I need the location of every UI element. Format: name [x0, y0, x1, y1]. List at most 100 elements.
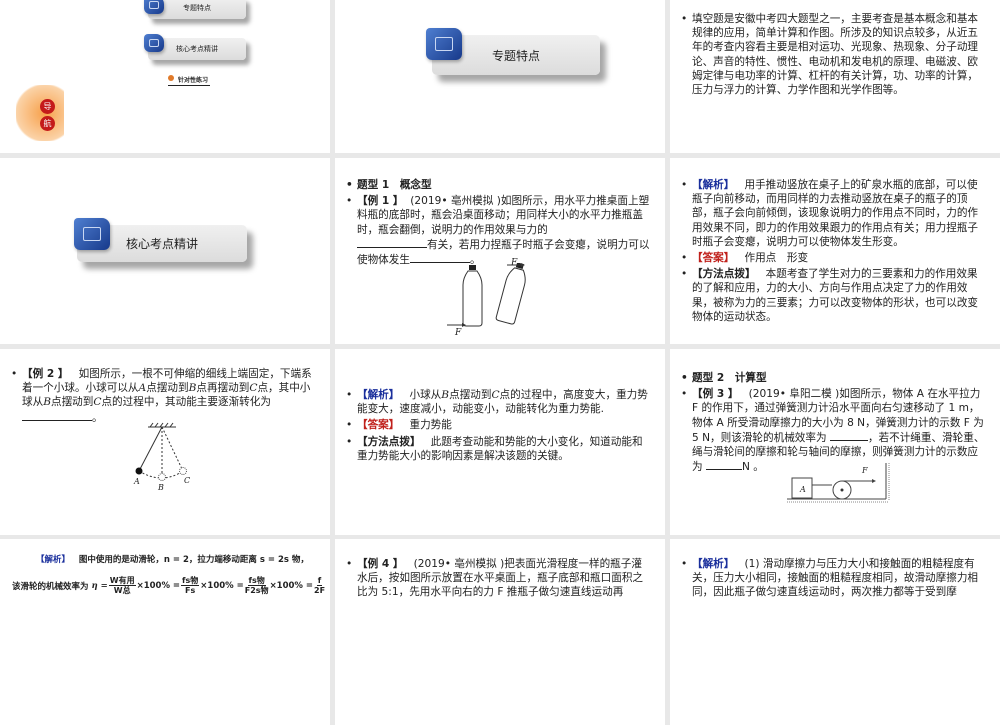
- answer-text: 【答案】 重力势能: [345, 418, 651, 432]
- text: N 。: [741, 461, 764, 474]
- banner-title: 专题特点: [491, 48, 540, 63]
- efficiency-formula: 该滑轮的机械效率为 η = W有用 W总 ×100% = fs物 Fs ×100% …: [12, 576, 326, 595]
- pin-icon: [168, 75, 174, 81]
- analysis-text: 【解析】 小球从B点摆动到C点的过程中，高度变大，重力势能变大，速度减小，动能变…: [345, 388, 651, 416]
- point-b-label: B: [158, 483, 164, 492]
- question-type-heading: 题型 1 概念型: [345, 178, 651, 192]
- numerator: W有用: [108, 576, 136, 586]
- numerator: fs物: [247, 576, 266, 586]
- text: 图中使用的是动滑轮，n = 2，拉力端移动距离 s = 2s 物，: [78, 555, 309, 565]
- denominator: 2F: [314, 586, 326, 595]
- bottle-diagram: [447, 263, 526, 327]
- force-label: F: [511, 258, 518, 268]
- example-4-text: 【例 4 】 (2019• 亳州模拟 )把表面光滑程度一样的瓶子灌水后，按如图所…: [345, 557, 651, 600]
- example-tag: 【例 3 】: [692, 388, 739, 401]
- example-source: (2019• 亳州模拟 ): [413, 558, 505, 570]
- example-1-text: 【例 1 】 (2019• 亳州模拟 )如图所示，用水平力推桌面上塑料瓶的底部时…: [345, 194, 651, 267]
- denominator: W总: [113, 586, 131, 595]
- answer-blank[interactable]: [22, 410, 92, 421]
- method-tag: 【方法点拨】: [357, 435, 421, 448]
- answer-blank[interactable]: [829, 430, 868, 441]
- analysis-tag: 【解析】: [357, 389, 400, 401]
- block-a-label: A: [800, 485, 806, 494]
- denominator: F2s物: [244, 586, 269, 595]
- text: 点再摆动到: [196, 382, 250, 395]
- answer-body: 重力势能: [409, 419, 452, 432]
- slide-2-features-title[interactable]: 专题特点: [335, 0, 665, 153]
- text: ×100% =: [269, 580, 314, 591]
- analysis-text: 【解析】 (1) 滑动摩擦力与压力大小和接触面的粗糙程度有关，压力大小相同，接触…: [680, 557, 986, 600]
- badge-char-1: 导: [40, 99, 55, 114]
- example-2-text: 【例 2 】 如图所示，一根不可伸缩的细线上端固定，下端系着一个小球。小球可以从…: [10, 367, 316, 425]
- point-label: C: [491, 389, 500, 401]
- example-tag: 【例 1 】: [357, 195, 404, 208]
- slide-7-example-2[interactable]: 【例 2 】 如图所示，一根不可伸缩的细线上端固定，下端系着一个小球。小球可以从…: [0, 349, 330, 535]
- slide-5-example-1[interactable]: 题型 1 概念型 【例 1 】 (2019• 亳州模拟 )如图所示，用水平力推桌…: [335, 158, 665, 344]
- text: 该滑轮的机械效率为: [12, 581, 89, 592]
- analysis-body: (1) 滑动摩擦力与压力大小和接触面的粗糙程度有关，压力大小相同，接触面的粗糙程…: [692, 558, 979, 599]
- fraction: fs物 F2s物: [245, 576, 269, 595]
- example-tag: 【例 4 】: [357, 558, 404, 570]
- slide-9-example-3[interactable]: 题型 2 计算型 【例 3 】 (2019• 阜阳二模 )如图所示，物体 A 在…: [670, 349, 1000, 535]
- slide-6-analysis-1[interactable]: 【解析】 用手推动竖放在桌子上的矿泉水瓶的底部，可以使瓶子向前移动，而用同样的力…: [670, 158, 1000, 344]
- numerator: fs物: [181, 576, 200, 586]
- point-label: B: [43, 396, 51, 409]
- answer-blank[interactable]: [705, 459, 742, 471]
- slide-1-navigation[interactable]: 专题特点 核心考点精讲 针对性练习 导 航: [0, 0, 330, 153]
- slide-8-analysis-2[interactable]: 【解析】 小球从B点摆动到C点的过程中，高度变大，重力势能变大，速度减小，动能变…: [335, 349, 665, 535]
- punct: 。: [92, 411, 103, 424]
- answer-text: 【答案】 作用点 形变: [680, 251, 986, 265]
- folder-icon: [426, 28, 462, 60]
- menu-label: 核心考点精讲: [176, 45, 218, 53]
- text: 小球从: [409, 389, 442, 401]
- folder-icon: [74, 218, 110, 250]
- text: 点的过程中，其动能主要逐渐转化为: [101, 396, 271, 409]
- answer-body: 作用点 形变: [744, 252, 809, 265]
- eta: η =: [91, 580, 108, 591]
- bullet-text: 填空题是安徽中考四大题型之一，主要考查是基本概念和基本规律的应用，简单计算和作图…: [680, 12, 986, 97]
- analysis-tag: 【解析】: [692, 558, 735, 570]
- force-label: F: [455, 328, 462, 338]
- slide-11-example-4[interactable]: 【例 4 】 (2019• 亳州模拟 )把表面光滑程度一样的瓶子灌水后，按如图所…: [335, 539, 665, 725]
- analysis-tag: 【解析】: [36, 555, 71, 565]
- slide-12-analysis-4[interactable]: 【解析】 (1) 滑动摩擦力与压力大小和接触面的粗糙程度有关，压力大小相同，接触…: [670, 539, 1000, 725]
- example-source: (2019• 亳州模拟 ): [410, 195, 501, 208]
- analysis-line-1: 【解析】 图中使用的是动滑轮，n = 2，拉力端移动距离 s = 2s 物，: [36, 553, 309, 565]
- text: 点摆动到: [146, 382, 189, 395]
- pulley-diagram: [787, 463, 890, 503]
- practice-link-label: 针对性练习: [178, 77, 209, 84]
- slide-4-core-title[interactable]: 核心考点精讲: [0, 158, 330, 344]
- practice-link[interactable]: 针对性练习: [168, 75, 211, 86]
- text: 点摆动到: [50, 396, 94, 409]
- fraction: W有用 W总: [108, 576, 136, 595]
- answer-blank[interactable]: [357, 237, 427, 248]
- text: ×100% =: [136, 580, 181, 591]
- point-a-label: A: [134, 477, 140, 486]
- example-tag: 【例 2 】: [22, 368, 69, 380]
- analysis-tag: 【解析】: [692, 179, 735, 191]
- method-tag: 【方法点拨】: [692, 268, 756, 281]
- answer-blank[interactable]: [409, 252, 470, 264]
- slide-10-analysis-3[interactable]: 【解析】 图中使用的是动滑轮，n = 2，拉力端移动距离 s = 2s 物， 该…: [0, 539, 330, 725]
- denominator: Fs: [185, 586, 196, 595]
- method-text: 【方法点拨】 此题考查动能和势能的大小变化，知道动能和重力势能大小的影响因素是解…: [345, 435, 651, 463]
- badge-char-2: 航: [40, 116, 55, 131]
- force-label: F: [862, 466, 868, 475]
- text: ×100% =: [200, 580, 244, 591]
- analysis-body: 用手推动竖放在桌子上的矿泉水瓶的底部，可以使瓶子向前移动，而用同样的力去推动竖放…: [692, 179, 979, 248]
- example-source: (2019• 阜阳二模 ): [748, 388, 840, 401]
- folder-icon: [144, 0, 164, 14]
- banner-title: 核心考点精讲: [125, 237, 198, 251]
- slide-3-features-text[interactable]: 填空题是安徽中考四大题型之一，主要考查是基本概念和基本规律的应用，简单计算和作图…: [670, 0, 1000, 153]
- text: 点的过程中，高度变大，重力势能变大，速度减小，动能变小，动能转化为重力势能.: [357, 389, 648, 416]
- analysis-text: 【解析】 用手推动竖放在桌子上的矿泉水瓶的底部，可以使瓶子向前移动，而用同样的力…: [680, 178, 986, 249]
- fraction: f 2F: [314, 576, 325, 595]
- folder-icon: [144, 34, 164, 52]
- numerator: f: [316, 576, 323, 586]
- fraction: fs物 Fs: [181, 576, 200, 595]
- menu-label: 专题特点: [183, 4, 211, 12]
- point-c-label: C: [184, 476, 191, 485]
- answer-tag: 【答案】: [692, 252, 735, 265]
- question-type-heading: 题型 2 计算型: [680, 371, 986, 385]
- text: 点摆动到: [449, 389, 492, 401]
